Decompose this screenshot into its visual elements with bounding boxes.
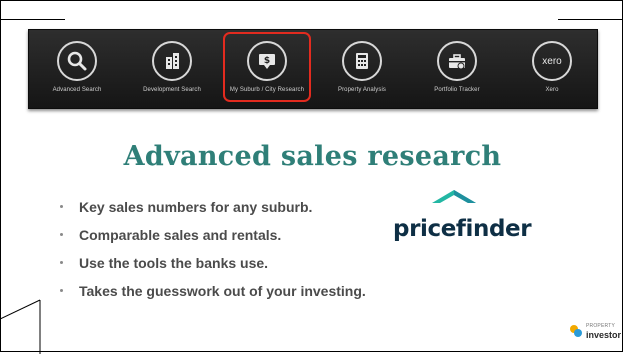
tool-toolbar: Advanced Search Development Search $ My …	[28, 29, 598, 109]
pricefinder-logo: pricefinder	[393, 190, 532, 250]
feature-item: Use the tools the banks use.	[60, 249, 366, 277]
bullet-icon	[60, 233, 63, 236]
svg-text:$: $	[264, 56, 270, 66]
bullet-icon	[60, 205, 63, 208]
bullet-icon	[60, 289, 63, 292]
calculator-icon	[342, 41, 382, 81]
tool-label: Portfolio Tracker	[434, 87, 480, 93]
tool-label: Advanced Search	[52, 87, 102, 93]
feature-text: Takes the guesswork out of your investin…	[79, 283, 366, 299]
investor-logo: PROPERTY investor	[569, 322, 621, 340]
tool-label: My Suburb / City Research	[229, 87, 305, 93]
tool-label: Development Search	[143, 87, 201, 93]
pricefinder-mark-icon	[432, 190, 476, 203]
tool-suburb-research[interactable]: $ My Suburb / City Research	[223, 30, 311, 110]
investor-logo-main: investor	[586, 330, 622, 340]
feature-item: Key sales numbers for any suburb.	[60, 193, 366, 221]
tool-xero[interactable]: xero Xero	[510, 30, 594, 110]
tool-label: Property Analysis	[337, 87, 387, 93]
tool-portfolio-tracker[interactable]: Portfolio Tracker	[415, 30, 499, 110]
briefcase-icon	[437, 41, 477, 81]
feature-list: Key sales numbers for any suburb. Compar…	[60, 193, 366, 305]
bullet-icon	[60, 261, 63, 264]
buildings-icon	[152, 41, 192, 81]
sales-report-icon: $	[247, 41, 287, 81]
slide-rule-right	[558, 19, 622, 20]
feature-text: Use the tools the banks use.	[79, 255, 269, 271]
tool-development-search[interactable]: Development Search	[130, 30, 214, 110]
feature-item: Takes the guesswork out of your investin…	[60, 277, 366, 305]
feature-text: Comparable sales and rentals.	[79, 227, 282, 243]
feature-text: Key sales numbers for any suburb.	[79, 199, 313, 215]
tool-label: Xero	[545, 87, 559, 93]
xero-icon-text: xero	[542, 55, 562, 67]
tool-advanced-search[interactable]: Advanced Search	[35, 30, 119, 110]
investor-badge-icon	[570, 325, 582, 337]
feature-item: Comparable sales and rentals.	[60, 221, 366, 249]
slide-headline: Advanced sales research	[123, 141, 502, 172]
search-icon	[57, 41, 97, 81]
investor-logo-text: PROPERTY investor	[586, 322, 621, 340]
slide-rule-left	[1, 19, 65, 20]
tool-property-analysis[interactable]: Property Analysis	[320, 30, 404, 110]
pricefinder-wordmark: pricefinder	[393, 216, 532, 242]
xero-icon: xero	[532, 41, 572, 81]
